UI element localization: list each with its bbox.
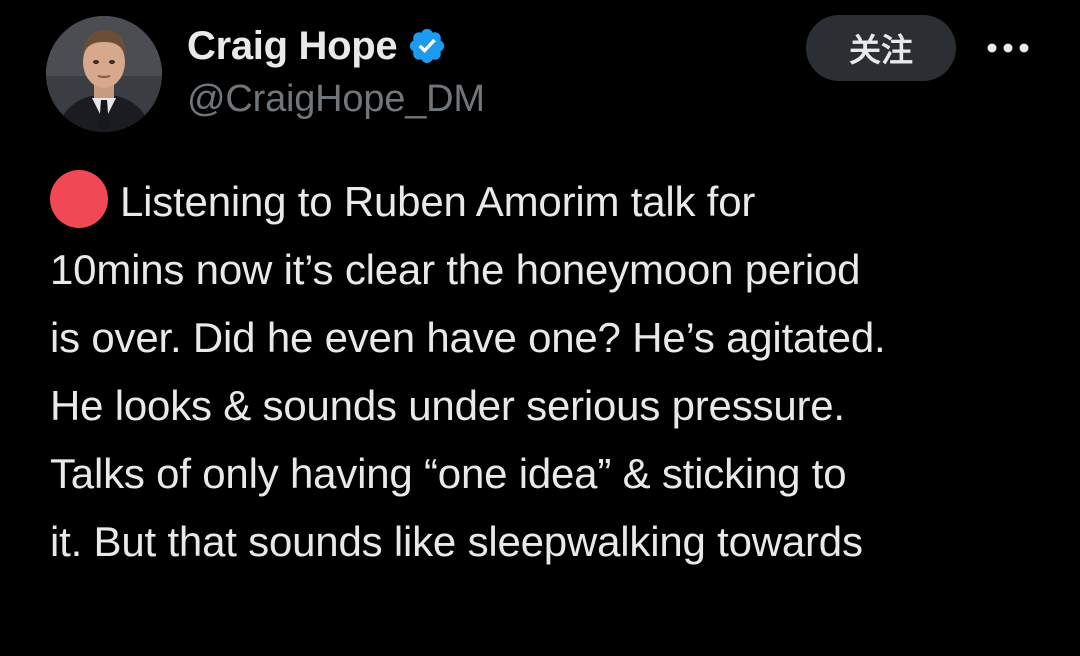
tweet-line: 10mins now it’s clear the honeymoon peri… bbox=[50, 246, 861, 293]
author-avatar[interactable] bbox=[46, 16, 162, 132]
red-circle-emoji-icon bbox=[50, 169, 108, 228]
follow-button[interactable]: 关注 bbox=[806, 15, 956, 81]
verified-badge-icon bbox=[407, 26, 447, 66]
author-name-row: Craig Hope bbox=[187, 18, 447, 74]
profile-photo bbox=[46, 16, 162, 132]
tweet-line: is over. Did he even have one? He’s agit… bbox=[50, 314, 886, 361]
more-options-icon bbox=[987, 43, 1029, 53]
tweet-line: it. But that sounds like sleepwalking to… bbox=[50, 518, 863, 565]
more-options-button[interactable] bbox=[980, 28, 1036, 68]
tweet-line: Listening to Ruben Amorim talk for bbox=[50, 168, 1060, 236]
tweet-line: Talks of only having “one idea” & sticki… bbox=[50, 450, 847, 497]
tweet-card: Craig Hope @CraigHope_DM 关注 Listening to… bbox=[0, 0, 1080, 656]
author-handle[interactable]: @CraigHope_DM bbox=[187, 78, 485, 121]
tweet-line: He looks & sounds under serious pressure… bbox=[50, 382, 845, 429]
tweet-body: Listening to Ruben Amorim talk for 10min… bbox=[50, 168, 1060, 576]
author-display-name[interactable]: Craig Hope bbox=[187, 24, 398, 69]
tweet-line-text: Listening to Ruben Amorim talk for bbox=[120, 178, 756, 225]
